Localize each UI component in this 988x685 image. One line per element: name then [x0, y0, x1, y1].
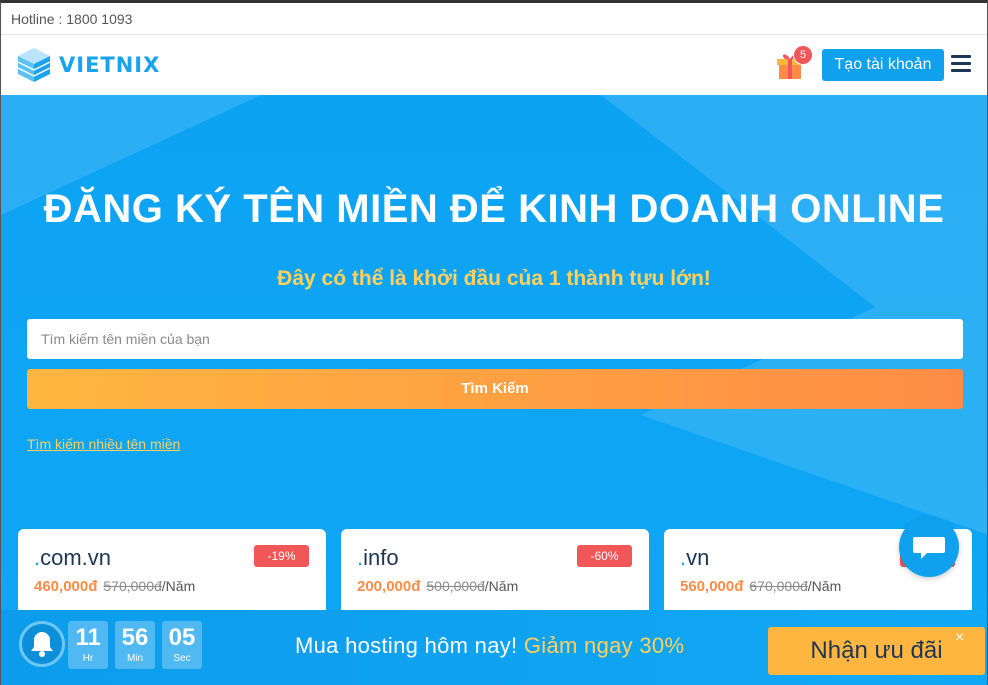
- hero-subtitle: Đây có thể là khởi đầu của 1 thành tựu l…: [277, 267, 711, 290]
- countdown-seconds: 05 Sec: [162, 621, 202, 669]
- countdown-hours: 11 Hr: [68, 621, 108, 669]
- multi-domain-search-link[interactable]: Tìm kiếm nhiều tên miền: [27, 436, 180, 452]
- domain-extension: .vn: [680, 545, 710, 570]
- countdown-minutes: 56 Min: [115, 621, 155, 669]
- close-icon[interactable]: ×: [955, 630, 964, 646]
- domain-search-input[interactable]: [27, 319, 963, 359]
- domain-price: 560,000đ 670,000đ/Năm: [680, 578, 842, 595]
- topbar: Hotline : 1800 1093: [1, 3, 987, 35]
- hotline-text: Hotline : 1800 1093: [11, 11, 133, 27]
- logo-cube-icon: [17, 48, 51, 82]
- vietnix-logo[interactable]: VIETNIX: [15, 45, 165, 85]
- hamburger-menu-icon[interactable]: [951, 55, 971, 73]
- promo-text: Mua hosting hôm nay! Giảm ngay 30%: [295, 633, 685, 658]
- domain-extension: .com.vn: [34, 545, 112, 570]
- chat-icon[interactable]: [899, 517, 959, 577]
- claim-offer-button[interactable]: Nhận ưu đãi: [768, 627, 985, 675]
- logo-text: VIETNIX: [59, 53, 161, 77]
- hero-title: ĐĂNG KÝ TÊN MIỀN ĐỂ KINH DOANH ONLINE: [43, 187, 945, 231]
- hero-section: ĐĂNG KÝ TÊN MIỀN ĐỂ KINH DOANH ONLINE Đâ…: [1, 95, 987, 685]
- discount-badge: -60%: [577, 545, 632, 567]
- promo-banner: 11 Hr 56 Min 05 Sec Mua hosting hôm nay!…: [1, 610, 987, 685]
- search-button[interactable]: Tìm Kiếm: [27, 369, 963, 409]
- discount-badge: -19%: [254, 545, 309, 567]
- domain-price: 200,000đ 500,000đ/Năm: [357, 578, 519, 595]
- domain-price: 460,000đ 570,000đ/Năm: [34, 578, 196, 595]
- site-header: VIETNIX 5 Tạo tài khoản: [1, 35, 987, 95]
- browser-viewport: Hotline : 1800 1093 VIETNIX 5 Tạo tài kh…: [0, 0, 988, 685]
- bell-icon[interactable]: [19, 621, 65, 667]
- gift-count-badge: 5: [793, 45, 813, 65]
- create-account-button[interactable]: Tạo tài khoản: [822, 49, 944, 81]
- domain-extension: .info: [357, 545, 399, 570]
